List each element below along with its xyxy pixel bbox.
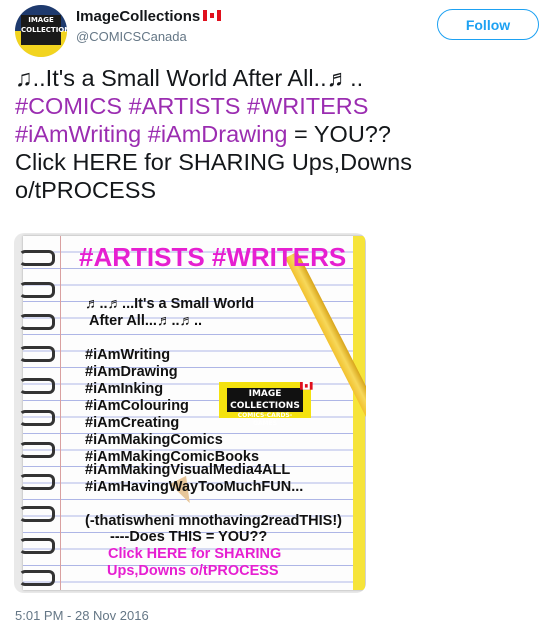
tweet-line-1: ♫..It's a Small World After All..♬.. [15,65,364,91]
spiral-ring-icon [19,314,55,330]
spiral-ring-icon [19,474,55,490]
spiral-ring-icon [19,346,55,362]
hashtag-iamwriting[interactable]: #iAmWriting [15,121,141,147]
spiral-ring-icon [19,506,55,522]
notebook-link-line-1: Click HERE for SHARING [108,546,282,562]
notebook-line: #iAmColouring [85,398,189,414]
notebook-line: ----Does THIS = YOU?? [110,529,268,545]
avatar-logo: IMAGE COLLECTIONS [21,15,67,45]
tweet-line-3-rest: = YOU?? [287,121,391,147]
spiral-ring-icon [19,410,55,426]
spiral-ring-icon [19,442,55,458]
tweet-line-5: o/tPROCESS [15,177,157,203]
hashtag-links[interactable]: #COMICS #ARTISTS #WRITERS [15,93,368,119]
tweet-text: ♫..It's a Small World After All..♬.. #CO… [15,64,540,204]
margin-line [60,236,61,590]
notebook-line: #iAmCreating [85,415,180,431]
user-handle[interactable]: @COMICSCanada [76,29,187,44]
notebook-title: #ARTISTS #WRITERS [79,242,347,272]
notebook-line: #iAmWriting [85,347,171,363]
notebook-line: #iAmDrawing [85,364,178,380]
spiral-ring-icon [19,378,55,394]
follow-button[interactable]: Follow [437,9,539,40]
notebook-line: #iAmMakingVisualMedia4ALL [85,462,291,478]
notebook-line: (-thatiswheni mnothaving2readTHIS!) [85,513,342,529]
spiral-ring-icon [19,250,55,266]
tweet-line-2: #COMICS #ARTISTS #WRITERS [15,92,540,120]
display-name[interactable]: ImageCollections [76,8,222,25]
tweet-media-image[interactable]: #ARTISTS #WRITERS ♬..♬...It's a Small Wo… [14,233,366,593]
logo-text: IMAGE COLLECTIONS [230,389,300,411]
notebook-link-line-2: Ups,Downs o/tPROCESS [107,563,279,579]
hashtag-iamdrawing[interactable]: #iAmDrawing [148,121,288,147]
display-name-text[interactable]: ImageCollections [76,8,200,25]
notebook-line: #iAmInking [85,381,164,397]
tweet-timestamp[interactable]: 5:01 PM - 28 Nov 2016 [15,608,149,623]
logo-inner: IMAGE COLLECTIONS COMICS-CARDS-GAMES [227,388,303,427]
notebook-line: #iAmHavingWayTooMuchFUN... [85,479,304,495]
notebook-line: ♬..♬...It's a Small World [85,296,255,312]
tweet-line-3: #iAmWriting #iAmDrawing = YOU?? [15,120,540,148]
notebook-page: #ARTISTS #WRITERS ♬..♬...It's a Small Wo… [19,236,366,590]
canada-flag-icon [203,10,222,21]
avatar[interactable]: IMAGE COLLECTIONS [15,5,67,57]
spiral-ring-icon [19,282,55,298]
canada-flag-icon [300,382,313,390]
image-collections-logo: IMAGE COLLECTIONS COMICS-CARDS-GAMES [219,382,313,427]
logo-subtext: COMICS-CARDS-GAMES [237,412,293,427]
notebook-line: After All...♬..♬.. [89,313,203,329]
spiral-ring-icon [19,570,55,586]
notebook-line: #iAmMakingComics [85,432,223,448]
spiral-ring-icon [19,538,55,554]
tweet-line-4: Click HERE for SHARING Ups,Downs [15,149,412,175]
